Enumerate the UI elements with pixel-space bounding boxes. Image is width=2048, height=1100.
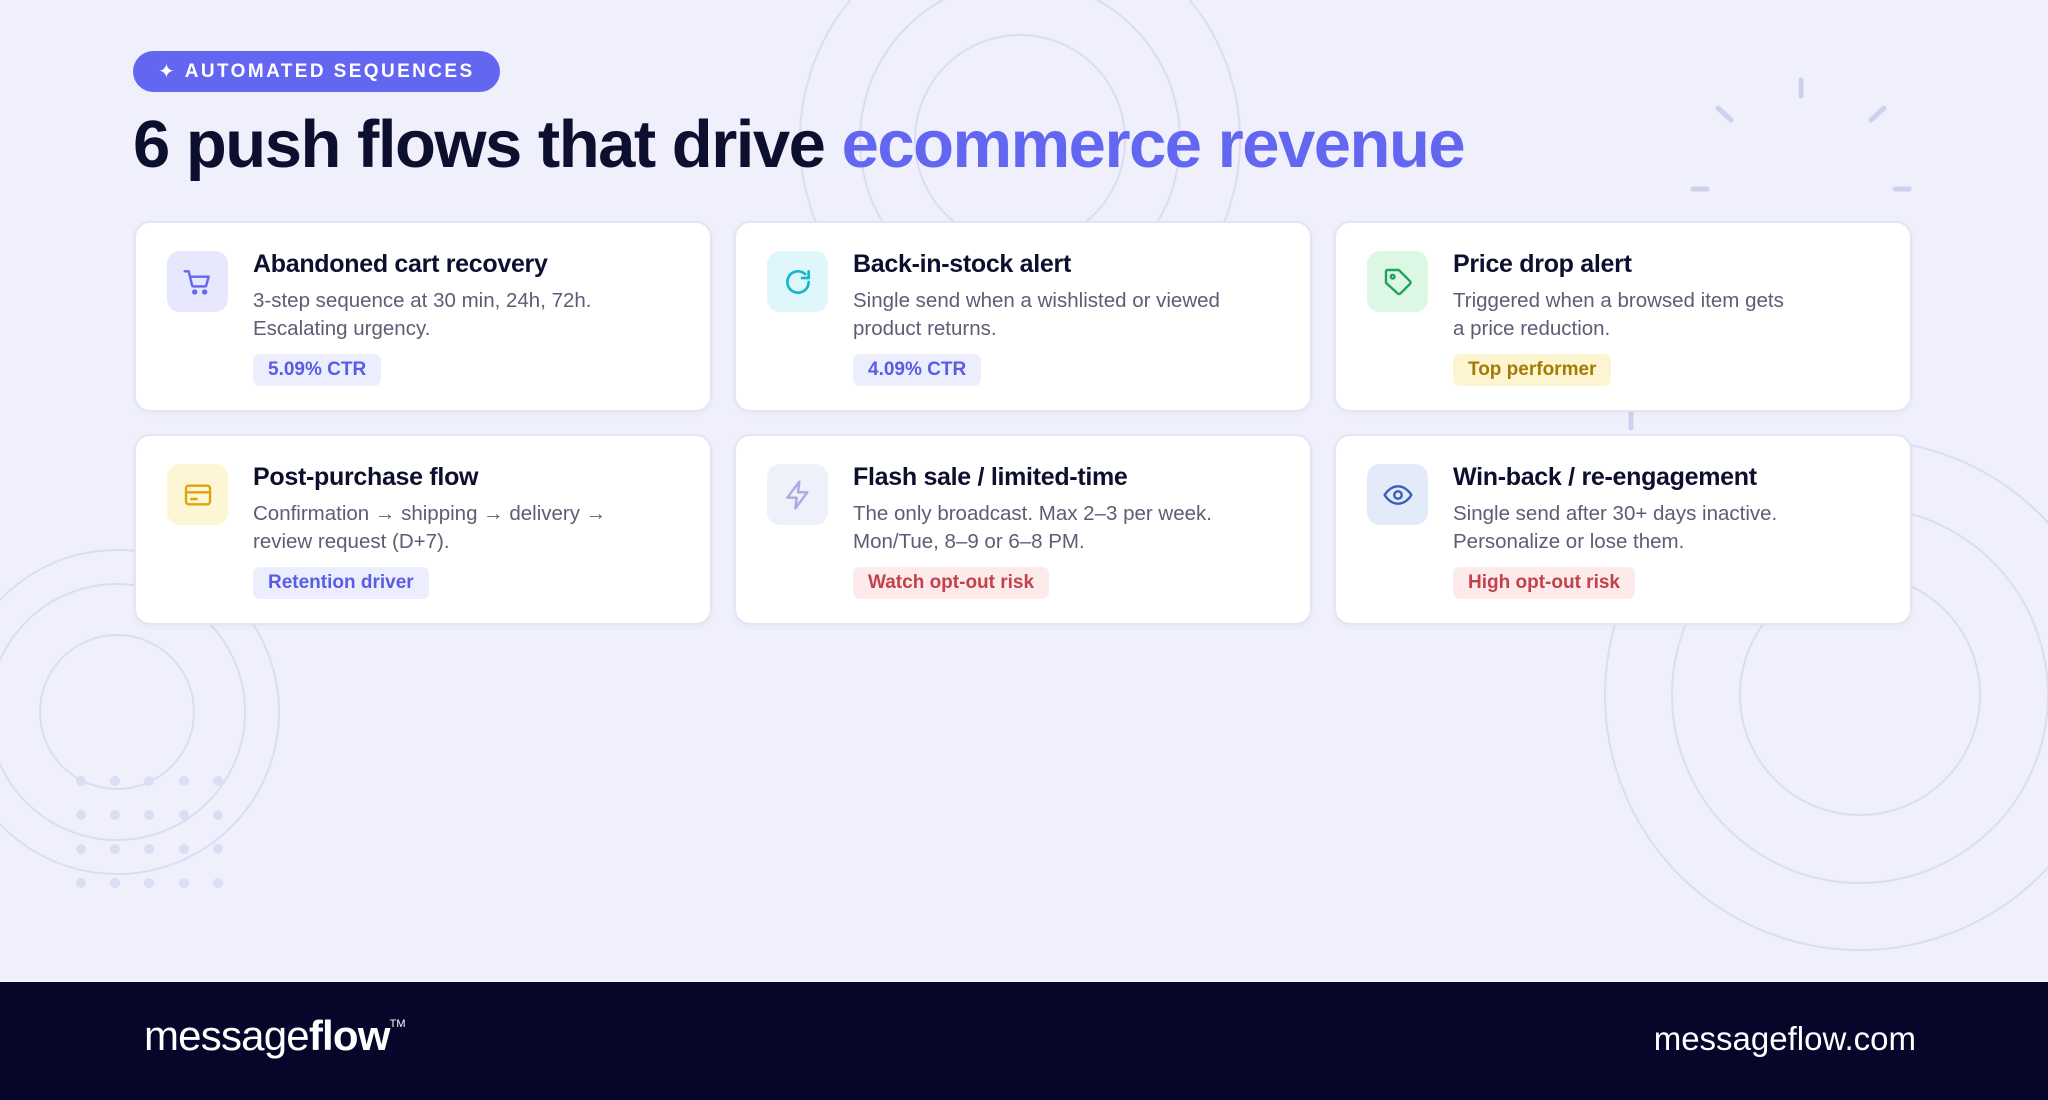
brand-logo: messageflowTM bbox=[144, 1012, 406, 1060]
price-tag-icon bbox=[1367, 251, 1428, 312]
card-description: Triggered when a browsed item gets a pri… bbox=[1453, 287, 1873, 343]
card-description: The only broadcast. Max 2–3 per week. Mo… bbox=[853, 500, 1273, 556]
shopping-cart-icon bbox=[167, 251, 228, 312]
status-badge: Retention driver bbox=[253, 567, 429, 599]
status-badge: 4.09% CTR bbox=[853, 354, 982, 386]
status-badge: High opt-out risk bbox=[1453, 567, 1635, 599]
description-line: Mon/Tue, 8–9 or 6–8 PM. bbox=[853, 530, 1085, 553]
page-title: 6 push flows that drive ecommerce revenu… bbox=[133, 106, 1466, 183]
description-line: Personalize or lose them. bbox=[1453, 530, 1685, 553]
card-description: Single send when a wishlisted or viewed … bbox=[853, 287, 1273, 343]
title-accent: ecommerce revenue bbox=[841, 107, 1466, 182]
status-badge: 5.09% CTR bbox=[253, 354, 382, 386]
card-description: Confirmation → shipping → delivery → rev… bbox=[253, 500, 673, 556]
description-line: review request (D+7). bbox=[253, 530, 450, 553]
card-description: Single send after 30+ days inactive. Per… bbox=[1453, 500, 1873, 556]
refresh-icon bbox=[767, 251, 828, 312]
credit-card-icon bbox=[167, 464, 228, 525]
logo-light: message bbox=[144, 1012, 310, 1059]
status-badge: Watch opt-out risk bbox=[853, 567, 1050, 599]
card-title: Back-in-stock alert bbox=[853, 250, 1071, 278]
sparkle-icon: ✦ bbox=[158, 61, 175, 83]
description-line: Triggered when a browsed item gets bbox=[1453, 289, 1784, 312]
badge-label: AUTOMATED SEQUENCES bbox=[184, 60, 475, 82]
eye-icon bbox=[1367, 464, 1428, 525]
card-win-back: Win-back / re-engagement Single send aft… bbox=[1334, 434, 1912, 625]
card-price-drop: Price drop alert Triggered when a browse… bbox=[1334, 221, 1912, 412]
status-badge: Top performer bbox=[1453, 354, 1612, 386]
description-line: Single send when a wishlisted or viewed bbox=[853, 289, 1220, 312]
description-line: a price reduction. bbox=[1453, 317, 1611, 340]
card-title: Flash sale / limited-time bbox=[853, 463, 1128, 491]
card-title: Price drop alert bbox=[1453, 250, 1632, 278]
card-title: Abandoned cart recovery bbox=[253, 250, 548, 278]
logo-trademark: TM bbox=[389, 1018, 406, 1030]
card-title: Win-back / re-engagement bbox=[1453, 463, 1757, 491]
website-link[interactable]: messageflow.com bbox=[1654, 1020, 1916, 1058]
card-back-in-stock: Back-in-stock alert Single send when a w… bbox=[734, 221, 1312, 412]
lightning-icon bbox=[767, 464, 828, 525]
card-post-purchase: Post-purchase flow Confirmation → shippi… bbox=[134, 434, 712, 625]
title-lead: 6 push flows that drive bbox=[133, 107, 826, 182]
description-line: 3-step sequence at 30 min, 24h, 72h. bbox=[253, 289, 592, 312]
card-description: 3-step sequence at 30 min, 24h, 72h. Esc… bbox=[253, 287, 673, 343]
card-flash-sale: Flash sale / limited-time The only broad… bbox=[734, 434, 1312, 625]
section-badge: ✦ AUTOMATED SEQUENCES bbox=[133, 51, 500, 92]
logo-bold: flow bbox=[308, 1012, 391, 1059]
description-line: product returns. bbox=[853, 317, 997, 340]
description-line: The only broadcast. Max 2–3 per week. bbox=[853, 502, 1212, 525]
flow-cards-grid: Abandoned cart recovery 3-step sequence … bbox=[134, 221, 1912, 625]
card-abandoned-cart: Abandoned cart recovery 3-step sequence … bbox=[134, 221, 712, 412]
description-line: Escalating urgency. bbox=[253, 317, 431, 340]
description-line: Confirmation → shipping → delivery → bbox=[253, 502, 607, 525]
description-line: Single send after 30+ days inactive. bbox=[1453, 502, 1778, 525]
card-title: Post-purchase flow bbox=[253, 463, 479, 491]
